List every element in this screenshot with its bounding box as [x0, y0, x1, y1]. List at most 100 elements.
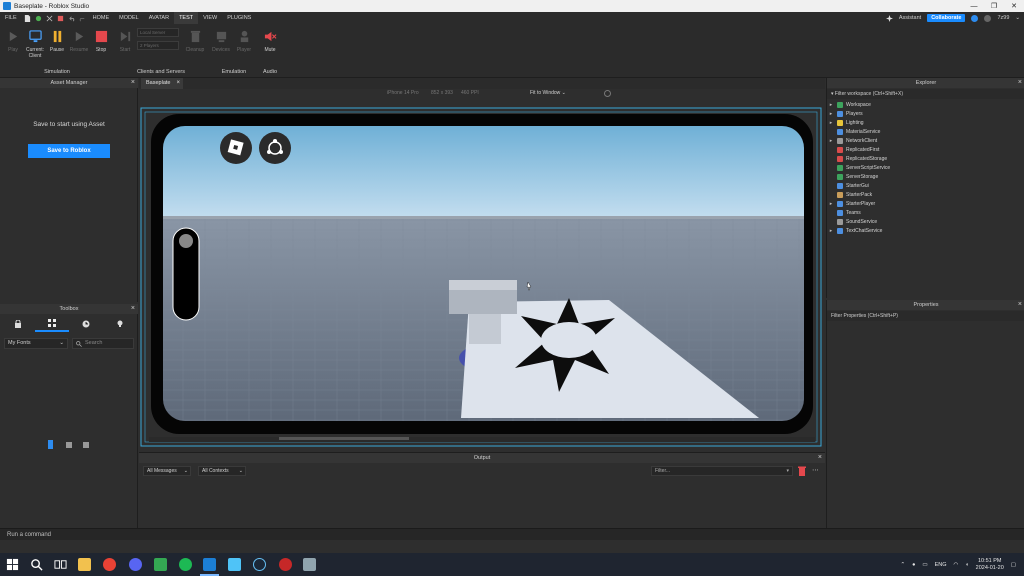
chrome-icon[interactable]	[103, 558, 116, 571]
stop-button[interactable]: Stop	[90, 30, 112, 53]
current-client-button[interactable]: Current: Client	[24, 30, 46, 59]
spotify-icon[interactable]	[179, 558, 192, 571]
devices-button[interactable]: Devices	[210, 30, 232, 53]
explorer-item[interactable]: StarterPack	[827, 190, 872, 199]
maximize-button[interactable]: ❐	[984, 0, 1004, 12]
expand-arrow-icon[interactable]: ▸	[827, 201, 835, 207]
explorer-item[interactable]: ▸ Players	[827, 109, 863, 118]
network-icon[interactable]: ▭	[922, 562, 927, 568]
expand-arrow-icon[interactable]: ▸	[827, 111, 835, 117]
game-viewport[interactable]	[139, 100, 825, 450]
menu-home[interactable]: HOME	[88, 12, 115, 24]
explorer-item[interactable]: ServerScriptService	[827, 163, 890, 172]
tab-recent[interactable]	[69, 316, 103, 332]
command-bar-input[interactable]: Run a command	[0, 528, 1024, 540]
close-window-button[interactable]: ✕	[1004, 0, 1024, 12]
close-icon[interactable]: ×	[131, 304, 135, 314]
chevron-down-icon[interactable]: ⌄	[1015, 15, 1020, 21]
explorer-item[interactable]: Teams	[827, 208, 861, 217]
device-select[interactable]: iPhone 14 Pro	[387, 90, 419, 96]
expand-arrow-icon[interactable]: ▸	[827, 228, 835, 234]
explorer-filter-input[interactable]: ▾ Filter workspace (Ctrl+Shift+X)	[827, 89, 1024, 99]
publish-icon[interactable]	[35, 15, 42, 22]
rotate-device-icon[interactable]	[604, 90, 611, 97]
undo-icon[interactable]	[68, 15, 75, 22]
output-filter-input[interactable]: Filter... ▾	[651, 466, 793, 476]
new-file-icon[interactable]	[24, 14, 31, 22]
play-button[interactable]: Play	[2, 30, 24, 53]
language-indicator[interactable]: ENG	[935, 562, 947, 568]
resume-button[interactable]: Resume	[68, 30, 90, 53]
obs-icon[interactable]	[279, 558, 292, 571]
close-icon[interactable]: ×	[176, 78, 180, 89]
search-icon[interactable]	[30, 558, 43, 571]
explorer-item[interactable]: ▸ TextChatService	[827, 226, 882, 235]
assistant-button[interactable]: Assistant	[899, 15, 921, 21]
close-icon[interactable]: ×	[1018, 78, 1022, 88]
menu-file[interactable]: FILE	[0, 12, 22, 24]
discord-icon[interactable]	[129, 558, 142, 571]
mute-button[interactable]: Mute	[259, 30, 281, 53]
properties-filter-input[interactable]: Filter Properties (Ctrl+Shift+P)	[827, 311, 1024, 321]
explorer-item[interactable]: ServerStorage	[827, 172, 878, 181]
explorer-item[interactable]: StarterGui	[827, 181, 869, 190]
pause-button[interactable]: Pause	[46, 30, 68, 53]
steam-icon[interactable]	[253, 558, 266, 571]
file-explorer-icon[interactable]	[78, 558, 91, 571]
close-icon[interactable]: ×	[131, 78, 135, 88]
category-dropdown[interactable]: My Fonts ⌄	[4, 338, 68, 349]
share-icon[interactable]	[984, 14, 992, 22]
menu-view[interactable]: VIEW	[198, 12, 222, 24]
user-name[interactable]: 7z99	[997, 15, 1009, 21]
roblox-studio-taskbar-icon[interactable]	[203, 558, 216, 571]
app-icon[interactable]	[228, 558, 241, 571]
contexts-filter-select[interactable]: All Contexts ⌄	[198, 466, 246, 476]
redo-icon[interactable]	[79, 15, 86, 22]
save-to-roblox-button[interactable]: Save to Roblox	[28, 144, 110, 158]
explorer-item[interactable]: ▸ Lighting	[827, 118, 864, 127]
toolbox-search-input[interactable]: Search	[72, 338, 134, 349]
cleanup-button[interactable]: Cleanup	[184, 30, 206, 53]
tab-creations[interactable]	[103, 316, 137, 332]
expand-arrow-icon[interactable]: ▸	[827, 138, 835, 144]
explorer-item[interactable]: ▸ Workspace	[827, 100, 871, 109]
server-type-select[interactable]: Local Server	[137, 28, 179, 37]
minimize-button[interactable]: —	[964, 0, 984, 12]
notification-icon[interactable]: ▢	[1011, 562, 1016, 568]
task-view-icon[interactable]	[54, 558, 67, 571]
more-options-icon[interactable]: ⋯	[812, 466, 819, 474]
chevron-up-icon[interactable]: ⌃	[900, 562, 905, 568]
explorer-item[interactable]: ReplicatedFirst	[827, 145, 879, 154]
app-icon[interactable]	[154, 558, 167, 571]
microphone-icon[interactable]: ●	[912, 562, 915, 568]
menu-test[interactable]: TEST	[174, 12, 199, 24]
menu-avatar[interactable]: AVATAR	[144, 12, 174, 24]
clear-output-icon[interactable]	[798, 466, 806, 476]
tab-baseplate[interactable]: Baseplate ×	[141, 78, 183, 89]
explorer-item[interactable]: ReplicatedStorage	[827, 154, 887, 163]
collaborate-button[interactable]: Collaborate	[927, 14, 966, 22]
explorer-item[interactable]: ▸ NetworkClient	[827, 136, 877, 145]
app-icon[interactable]	[303, 558, 316, 571]
explorer-item[interactable]: SoundService	[827, 217, 877, 226]
fit-to-window-select[interactable]: Fit to Window ⌄	[530, 90, 566, 96]
menu-plugins[interactable]: PLUGINS	[222, 12, 256, 24]
info-icon[interactable]	[971, 14, 979, 22]
player-button[interactable]: Player	[233, 30, 255, 53]
windows-start-icon[interactable]	[6, 558, 19, 571]
tab-marketplace[interactable]	[35, 316, 69, 332]
expand-arrow-icon[interactable]: ▸	[827, 102, 835, 108]
menu-model[interactable]: MODEL	[114, 12, 144, 24]
messages-filter-select[interactable]: All Messages ⌄	[143, 466, 191, 476]
close-icon[interactable]: ×	[818, 453, 822, 463]
volume-icon[interactable]: ◖	[965, 562, 968, 568]
cut-icon[interactable]	[46, 15, 53, 22]
clock[interactable]: 10:51 PM 2024-01-20	[976, 558, 1004, 572]
wifi-icon[interactable]: ◠	[954, 562, 959, 568]
explorer-item[interactable]: MaterialService	[827, 127, 880, 136]
players-count-select[interactable]: 2 Players	[137, 41, 179, 50]
explorer-item[interactable]: ▸ StarterPlayer	[827, 199, 875, 208]
close-icon[interactable]: ×	[1018, 300, 1022, 310]
stop-quick-icon[interactable]	[57, 15, 64, 22]
tab-inventory[interactable]	[1, 316, 35, 332]
